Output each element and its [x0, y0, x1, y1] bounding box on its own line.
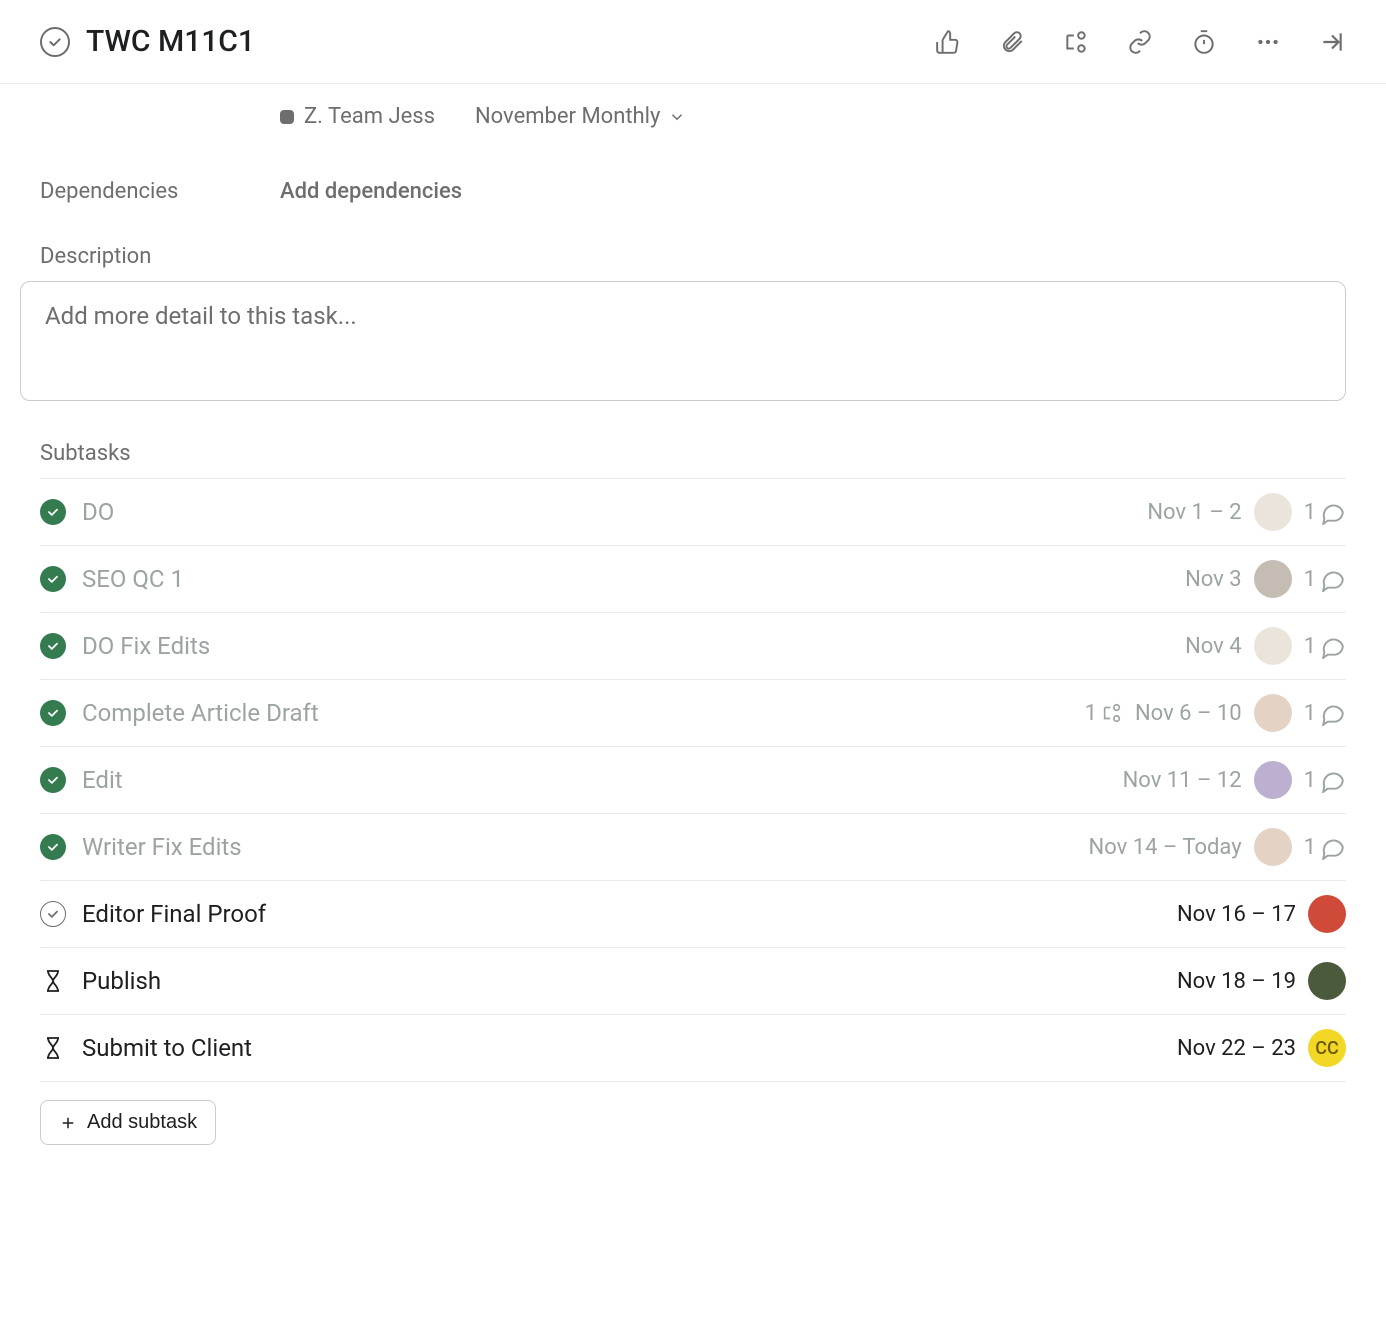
task-body: Z. Team Jess November Monthly Dependenci… [0, 84, 1386, 1185]
subtask-date: Nov 11 – 12 [1123, 768, 1242, 793]
more-icon[interactable] [1254, 28, 1282, 56]
assignee-avatar[interactable] [1254, 627, 1292, 665]
add-dependencies-button[interactable]: Add dependencies [280, 179, 462, 204]
subtask-row[interactable]: DO Nov 1 – 2 1 [40, 478, 1346, 545]
assignee-avatar[interactable]: CC [1308, 1029, 1346, 1067]
task-header: TWC M11C1 [0, 0, 1386, 84]
subtask-meta: Nov 11 – 12 1 [1123, 761, 1346, 799]
subtasks-icon[interactable] [1062, 28, 1090, 56]
comment-icon [1320, 566, 1346, 592]
subtask-row[interactable]: Complete Article Draft 1 Nov 6 – 10 1 [40, 679, 1346, 746]
project-name: Z. Team Jess [304, 104, 435, 129]
check-done-icon[interactable] [40, 499, 66, 525]
section-select[interactable]: November Monthly [475, 104, 686, 129]
subtask-date: Nov 1 – 2 [1147, 500, 1241, 525]
assignee-avatar[interactable] [1254, 694, 1292, 732]
check-done-icon[interactable] [40, 633, 66, 659]
comment-count[interactable]: 1 [1304, 834, 1346, 860]
subtask-list: DO Nov 1 – 2 1 SEO QC 1 Nov 3 1 DO Fix Edits No… [40, 478, 1346, 1082]
comment-count[interactable]: 1 [1304, 499, 1346, 525]
link-icon[interactable] [1126, 28, 1154, 56]
subtask-name: DO Fix Edits [82, 632, 1169, 660]
subtask-meta: Nov 4 1 [1185, 627, 1346, 665]
timer-icon[interactable] [1190, 28, 1218, 56]
chevron-down-icon [668, 108, 686, 126]
subtask-name: Complete Article Draft [82, 699, 1069, 727]
close-panel-icon[interactable] [1318, 28, 1346, 56]
comment-count[interactable]: 1 [1304, 767, 1346, 793]
subtask-meta: Nov 18 – 19 [1177, 962, 1346, 1000]
subtask-meta: Nov 16 – 17 [1177, 895, 1346, 933]
description-input[interactable]: Add more detail to this task... [20, 281, 1346, 401]
header-left: TWC M11C1 [40, 24, 934, 59]
subtask-date: Nov 4 [1185, 634, 1242, 659]
comment-icon [1320, 700, 1346, 726]
subtasks-small-icon [1101, 702, 1123, 724]
project-row: Z. Team Jess November Monthly [40, 104, 1346, 129]
comment-icon [1320, 499, 1346, 525]
check-done-icon[interactable] [40, 700, 66, 726]
assignee-avatar[interactable] [1254, 493, 1292, 531]
subtasks-label: Subtasks [40, 441, 1346, 466]
attachment-icon[interactable] [998, 28, 1026, 56]
subtask-meta: Nov 1 – 2 1 [1147, 493, 1346, 531]
dependencies-label: Dependencies [40, 179, 280, 204]
subtask-date: Nov 6 – 10 [1135, 701, 1242, 726]
dependencies-row: Dependencies Add dependencies [40, 179, 1346, 204]
comment-count[interactable]: 1 [1304, 566, 1346, 592]
section-name: November Monthly [475, 104, 660, 129]
add-subtask-button[interactable]: Add subtask [40, 1100, 216, 1145]
subtask-row[interactable]: Publish Nov 18 – 19 [40, 947, 1346, 1014]
subtask-name: Writer Fix Edits [82, 833, 1073, 861]
comment-icon [1320, 633, 1346, 659]
assignee-avatar[interactable] [1308, 962, 1346, 1000]
assignee-avatar[interactable] [1254, 828, 1292, 866]
task-title[interactable]: TWC M11C1 [86, 24, 255, 59]
subtask-name: Submit to Client [82, 1034, 1161, 1062]
assignee-avatar[interactable] [1254, 761, 1292, 799]
subtask-date: Nov 14 – Today [1089, 835, 1242, 860]
subtask-date: Nov 22 – 23 [1177, 1036, 1296, 1061]
hourglass-icon[interactable] [40, 968, 66, 994]
assignee-avatar[interactable] [1308, 895, 1346, 933]
subtask-row[interactable]: SEO QC 1 Nov 3 1 [40, 545, 1346, 612]
assignee-avatar[interactable] [1254, 560, 1292, 598]
check-open-icon[interactable] [40, 901, 66, 927]
project-color-dot [280, 110, 294, 124]
subtask-name: Editor Final Proof [82, 900, 1161, 928]
check-done-icon[interactable] [40, 834, 66, 860]
project-chip[interactable]: Z. Team Jess [280, 104, 435, 129]
subtask-row[interactable]: Editor Final Proof Nov 16 – 17 [40, 880, 1346, 947]
plus-icon [59, 1114, 77, 1132]
subtask-meta: Nov 22 – 23 CC [1177, 1029, 1346, 1067]
subtask-meta: 1 Nov 6 – 10 1 [1085, 694, 1346, 732]
subtask-meta: Nov 14 – Today 1 [1089, 828, 1346, 866]
subtask-name: Edit [82, 766, 1107, 794]
subtask-meta: Nov 3 1 [1185, 560, 1346, 598]
header-actions [934, 28, 1346, 56]
subtask-name: SEO QC 1 [82, 565, 1169, 593]
check-done-icon[interactable] [40, 767, 66, 793]
subtask-row[interactable]: Submit to Client Nov 22 – 23 CC [40, 1014, 1346, 1082]
check-done-icon[interactable] [40, 566, 66, 592]
subtask-date: Nov 16 – 17 [1177, 902, 1296, 927]
add-subtask-label: Add subtask [87, 1111, 197, 1134]
comment-icon [1320, 767, 1346, 793]
subtask-name: DO [82, 498, 1131, 526]
description-label: Description [40, 244, 280, 269]
hourglass-icon[interactable] [40, 1035, 66, 1061]
complete-task-button[interactable] [40, 27, 70, 57]
subtask-row[interactable]: Writer Fix Edits Nov 14 – Today 1 [40, 813, 1346, 880]
subtask-name: Publish [82, 967, 1161, 995]
comment-icon [1320, 834, 1346, 860]
subtask-row[interactable]: DO Fix Edits Nov 4 1 [40, 612, 1346, 679]
subtask-count: 1 [1085, 701, 1123, 726]
subtask-date: Nov 3 [1185, 567, 1242, 592]
comment-count[interactable]: 1 [1304, 700, 1346, 726]
like-icon[interactable] [934, 28, 962, 56]
comment-count[interactable]: 1 [1304, 633, 1346, 659]
subtask-date: Nov 18 – 19 [1177, 969, 1296, 994]
subtask-row[interactable]: Edit Nov 11 – 12 1 [40, 746, 1346, 813]
